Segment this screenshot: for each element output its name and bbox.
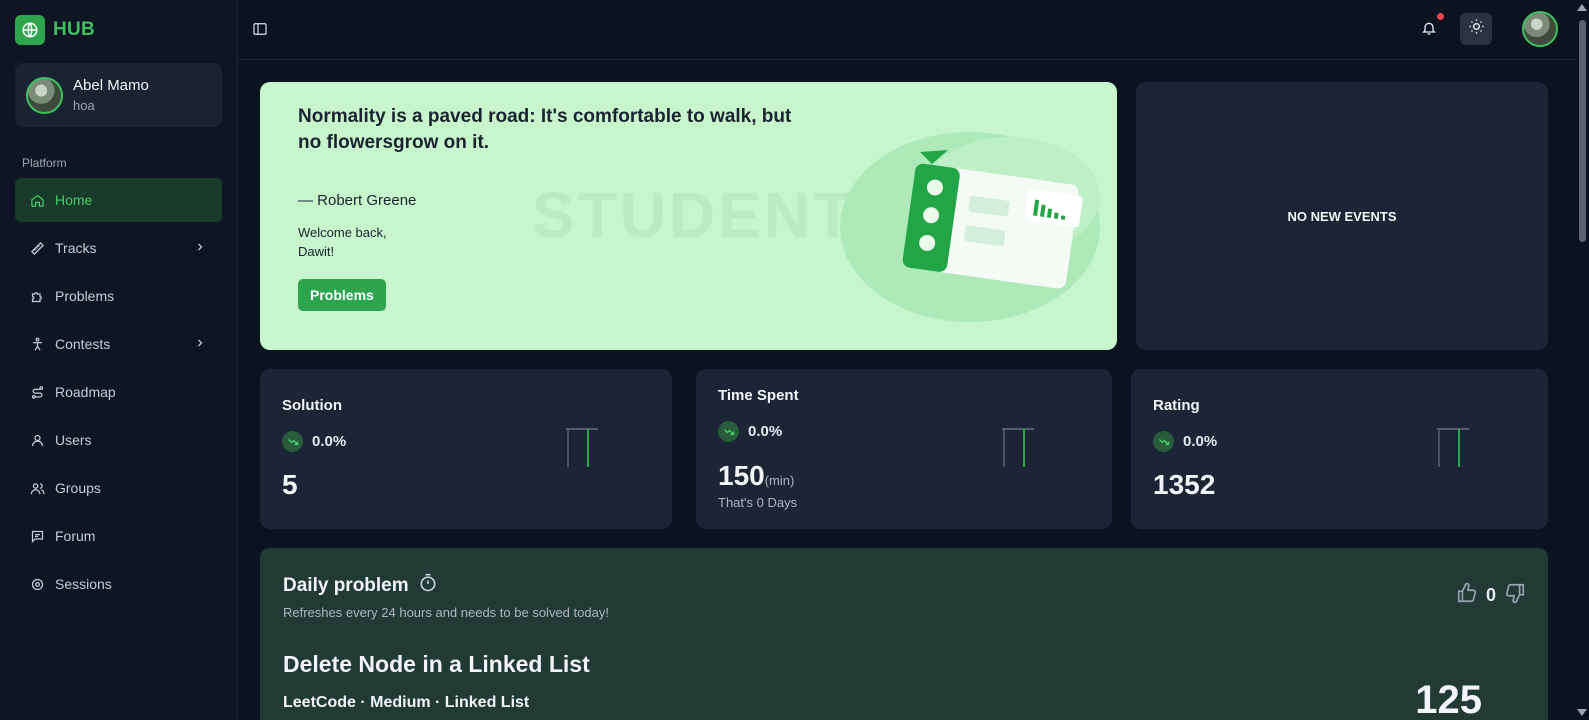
sidebar-item-problems[interactable]: Problems — [15, 274, 222, 318]
stat-value: 150 — [718, 460, 765, 491]
daily-subtitle: Refreshes every 24 hours and needs to be… — [283, 605, 609, 620]
users-icon — [29, 480, 45, 496]
sidebar-item-contests[interactable]: Contests — [15, 322, 222, 366]
page-scrollbar[interactable] — [1575, 0, 1589, 720]
like-count: 0 — [1485, 585, 1496, 605]
stat-card-time-spent: Time Spent 0.0% 150(min) That's 0 Days — [696, 369, 1112, 529]
problem-count: 125 — [1415, 678, 1482, 720]
ruler-icon — [29, 240, 45, 256]
sidebar-item-label: Sessions — [55, 576, 112, 592]
stat-card-solution: Solution 0.0% 5 — [260, 369, 672, 529]
stat-trend-value: 0.0% — [1183, 433, 1218, 450]
sidebar-item-roadmap[interactable]: Roadmap — [15, 370, 222, 414]
bell-icon[interactable] — [1421, 20, 1441, 40]
chevron-right-icon — [194, 240, 206, 256]
stat-trend: 0.0% — [282, 431, 346, 452]
profile-avatar[interactable] — [1522, 11, 1558, 47]
daily-title: Daily problem — [283, 573, 438, 599]
sidebar-nav: Home Tracks Problems Contests Roadmap Us… — [15, 178, 222, 610]
user-card[interactable]: Abel Mamo hoa — [15, 63, 222, 127]
home-icon — [29, 192, 45, 208]
problem-meta: LeetCode · Medium · Linked List — [283, 694, 530, 711]
stat-unit: (min) — [764, 473, 795, 488]
user-name: Abel Mamo — [73, 77, 149, 94]
stat-value: 1352 — [1153, 469, 1216, 500]
stat-value: 5 — [282, 469, 298, 500]
person-icon — [29, 336, 45, 352]
sparkline-chart — [1002, 428, 1034, 467]
thumbs-up-icon[interactable] — [1456, 582, 1478, 609]
stat-title: Time Spent — [718, 387, 799, 404]
trending-down-icon — [282, 431, 303, 452]
section-label: Platform — [22, 156, 67, 170]
daily-problem-card: Daily problem Refreshes every 24 hours a… — [260, 548, 1548, 720]
stat-trend-value: 0.0% — [312, 433, 347, 450]
timer-icon — [418, 573, 438, 599]
sparkline-chart — [1437, 428, 1469, 467]
sparkline-chart — [566, 428, 598, 467]
sidebar-item-groups[interactable]: Groups — [15, 466, 222, 510]
sidebar-item-label: Roadmap — [55, 384, 116, 400]
route-icon — [29, 384, 45, 400]
dashboard-illustration — [840, 132, 1100, 322]
sidebar-item-label: Tracks — [55, 240, 97, 256]
user-subtitle: hoa — [73, 98, 95, 113]
events-empty-text: NO NEW EVENTS — [1287, 208, 1397, 224]
sidebar-item-label: Users — [55, 432, 92, 448]
brand[interactable]: HUB — [15, 15, 95, 45]
daily-title-text: Daily problem — [283, 575, 409, 596]
theme-toggle-button[interactable] — [1460, 13, 1492, 45]
problems-button[interactable]: Problems — [298, 279, 386, 311]
sidebar-item-label: Problems — [55, 288, 115, 304]
sidebar-toggle-icon[interactable] — [252, 21, 270, 39]
stat-trend: 0.0% — [718, 421, 782, 442]
hero-card: STUDENT Normality is a paved road: It's … — [260, 82, 1117, 350]
stat-title: Rating — [1153, 397, 1200, 414]
hero-watermark: STUDENT — [532, 179, 856, 251]
settings-icon — [29, 576, 45, 592]
stat-trend-value: 0.0% — [748, 423, 783, 440]
sidebar-item-sessions[interactable]: Sessions — [15, 562, 222, 606]
events-card: NO NEW EVENTS — [1136, 82, 1548, 350]
globe-icon — [15, 15, 45, 45]
stat-trend: 0.0% — [1153, 431, 1217, 452]
thumbs-down-icon[interactable] — [1504, 582, 1526, 609]
sidebar-item-tracks[interactable]: Tracks — [15, 226, 222, 270]
topbar — [238, 0, 1589, 60]
sidebar-item-forum[interactable]: Forum — [15, 514, 222, 558]
scroll-up-icon[interactable] — [1577, 4, 1587, 11]
trending-down-icon — [718, 421, 739, 442]
sidebar-item-label: Forum — [55, 528, 96, 544]
notification-dot — [1437, 13, 1444, 20]
puzzle-icon — [29, 288, 45, 304]
avatar — [26, 76, 63, 114]
stat-value-row: 150(min) — [718, 460, 794, 492]
hero-author: — Robert Greene — [298, 192, 417, 209]
brand-name: HUB — [53, 19, 96, 40]
hero-quote: Normality is a paved road: It's comforta… — [298, 106, 792, 153]
sidebar-item-label: Groups — [55, 480, 101, 496]
sidebar-item-label: Home — [55, 192, 93, 208]
sidebar-item-users[interactable]: Users — [15, 418, 222, 462]
sun-icon — [1468, 18, 1485, 40]
sidebar-item-home[interactable]: Home — [15, 178, 222, 222]
user-icon — [29, 432, 45, 448]
trending-down-icon — [1153, 431, 1174, 452]
hero-welcome: Welcome back, Dawit! — [298, 225, 387, 259]
scroll-down-icon[interactable] — [1577, 709, 1587, 716]
stat-subtext: That's 0 Days — [718, 495, 798, 510]
chevron-right-icon — [194, 336, 206, 352]
sidebar: HUB Abel Mamo hoa Platform Home Tracks P… — [0, 0, 238, 720]
stat-card-rating: Rating 0.0% 1352 — [1131, 369, 1548, 529]
vote-controls: 0 — [1456, 582, 1526, 609]
scroll-thumb[interactable] — [1579, 20, 1586, 242]
problem-title[interactable]: Delete Node in a Linked List — [283, 651, 590, 678]
stat-title: Solution — [282, 397, 342, 414]
message-icon — [29, 528, 45, 544]
sidebar-item-label: Contests — [55, 336, 111, 352]
